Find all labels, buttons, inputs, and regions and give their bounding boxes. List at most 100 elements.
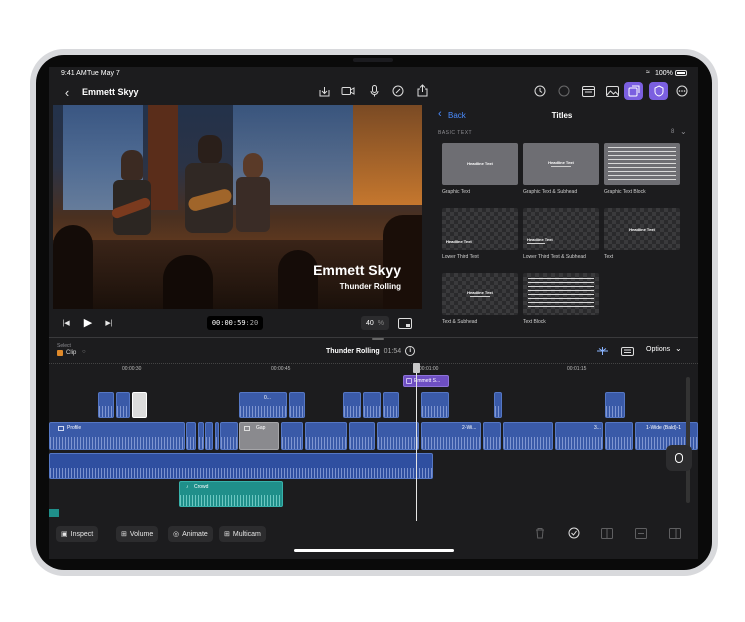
resize-handle[interactable] (372, 338, 384, 340)
title-thumbnail[interactable]: Headline Text (604, 208, 680, 250)
audience (53, 225, 93, 309)
primary-clip[interactable] (377, 422, 419, 450)
title-thumbnail[interactable] (523, 273, 599, 315)
previous-frame-icon[interactable]: |◀ (60, 317, 72, 329)
play-icon[interactable]: ▶ (81, 315, 95, 329)
video-frame[interactable]: Emmett Skyy Thunder Rolling (53, 105, 422, 309)
inspector-icon[interactable] (581, 84, 595, 98)
connected-clip[interactable] (98, 392, 114, 418)
audio-clip[interactable] (49, 453, 433, 479)
titles-browser-icon[interactable] (624, 82, 643, 100)
snapping-icon[interactable] (595, 345, 609, 357)
connected-clip[interactable] (421, 392, 449, 418)
crowd-audio-clip[interactable]: ♪ Crowd (179, 481, 283, 507)
primary-clip[interactable] (349, 422, 375, 450)
clip-selector[interactable]: Clip (66, 350, 76, 356)
connected-clip-label: 3... (594, 425, 601, 431)
battery-percent: 100% (655, 70, 673, 77)
home-indicator (294, 549, 454, 552)
inspect-button[interactable]: ▣ Inspect (56, 526, 99, 542)
clip-selector-icon[interactable]: ○ (82, 349, 86, 355)
playhead[interactable] (416, 363, 417, 521)
photos-icon[interactable] (605, 84, 619, 98)
connected-clip[interactable] (116, 392, 130, 418)
more-icon[interactable] (675, 84, 689, 98)
pencil-circle-icon[interactable] (391, 84, 405, 98)
primary-clip[interactable] (215, 422, 219, 450)
subhead-line (527, 243, 545, 244)
primary-clip[interactable] (503, 422, 553, 450)
primary-clip[interactable] (198, 422, 204, 450)
subhead-line (551, 166, 571, 167)
subhead-line (470, 296, 490, 297)
title-label: Graphic Text & Subhead (523, 189, 578, 195)
back-chevron-icon[interactable]: ‹ (61, 84, 73, 100)
title-thumbnail[interactable] (604, 143, 680, 185)
connected-clip-selected[interactable] (132, 392, 147, 418)
multicam-button[interactable]: ⊞ Multicam (219, 526, 266, 542)
options-chevron-icon[interactable]: ⌄ (675, 344, 682, 353)
title-thumbnail[interactable]: Headline Text (523, 208, 599, 250)
audio-clip-edge[interactable] (49, 509, 59, 517)
timeline-scrollbar[interactable] (686, 377, 690, 503)
timeline-ruler[interactable]: 00:00:30 00:00:45 00:01:00 00:01:15 (49, 363, 698, 373)
connected-clip[interactable] (363, 392, 381, 418)
primary-clip[interactable] (305, 422, 347, 450)
zoom-control[interactable]: 40% (361, 316, 389, 330)
info-icon[interactable]: i (405, 346, 416, 356)
primary-clip[interactable]: 3... (555, 422, 603, 450)
detach-icon[interactable] (634, 526, 648, 540)
title-thumbnail[interactable]: Headline Text (442, 208, 518, 250)
connected-clip[interactable] (494, 392, 502, 418)
title-thumbnail[interactable]: Headline Text (442, 143, 518, 185)
effects-browser-icon[interactable] (649, 82, 668, 100)
primary-clip[interactable]: Profile (49, 422, 185, 450)
clip-icon[interactable] (57, 350, 63, 356)
title-thumbnail[interactable]: Headline Text (523, 143, 599, 185)
gap-clip[interactable]: Gap (239, 422, 279, 450)
primary-clip[interactable] (205, 422, 213, 450)
share-icon[interactable] (415, 83, 429, 98)
history-icon[interactable] (533, 84, 547, 98)
title-label: Lower Third Text (442, 254, 479, 260)
jog-wheel[interactable] (666, 445, 692, 471)
lift-icon[interactable] (668, 526, 682, 540)
split-icon[interactable] (600, 526, 614, 540)
section-chevron-icon[interactable]: ⌄ (680, 127, 687, 136)
primary-clip[interactable] (220, 422, 238, 450)
top-toolbar: ‹ Emmett Skyy (49, 79, 698, 105)
microphone-icon[interactable] (367, 84, 381, 98)
camera-bar (353, 58, 393, 62)
camera-icon[interactable] (340, 84, 356, 98)
primary-clip[interactable] (281, 422, 303, 450)
next-frame-icon[interactable]: ▶| (103, 317, 115, 329)
connected-clip[interactable] (343, 392, 361, 418)
checkmark-circle-icon[interactable] (567, 526, 581, 540)
browser-title: Titles (551, 111, 573, 120)
primary-clip[interactable] (483, 422, 501, 450)
connected-clip[interactable] (289, 392, 305, 418)
clip-appearance-icon[interactable] (620, 345, 634, 357)
timecode-display[interactable]: 00:00:59:20 (207, 316, 263, 330)
volume-button[interactable]: ⊞ Volume (116, 526, 159, 542)
connected-clip[interactable]: 0... (239, 392, 287, 418)
connected-clip[interactable] (383, 392, 399, 418)
title-label: Text Block (523, 319, 546, 325)
primary-clip[interactable] (605, 422, 633, 450)
connected-clip[interactable] (605, 392, 625, 418)
primary-clip[interactable]: 2-Wi... (421, 422, 481, 450)
playhead-handle[interactable] (413, 363, 420, 373)
overlay-title: Emmett Skyy (313, 262, 401, 278)
title-clip[interactable]: Emmett S... (403, 375, 449, 387)
browser-header: ‹ Back Titles (426, 105, 698, 125)
video-clip-icon (58, 426, 64, 431)
title-thumbnail[interactable]: Headline Text (442, 273, 518, 315)
done-circle-icon[interactable] (557, 84, 571, 98)
trash-icon[interactable] (533, 526, 547, 540)
import-icon[interactable] (317, 84, 331, 98)
timeline: Select Clip ○ Thunder Rolling 01:54 i Op… (49, 337, 698, 521)
viewer-options-icon[interactable] (397, 316, 413, 330)
animate-button[interactable]: ◎ Animate (168, 526, 213, 542)
options-button[interactable]: Options (646, 346, 670, 353)
primary-clip[interactable] (186, 422, 196, 450)
